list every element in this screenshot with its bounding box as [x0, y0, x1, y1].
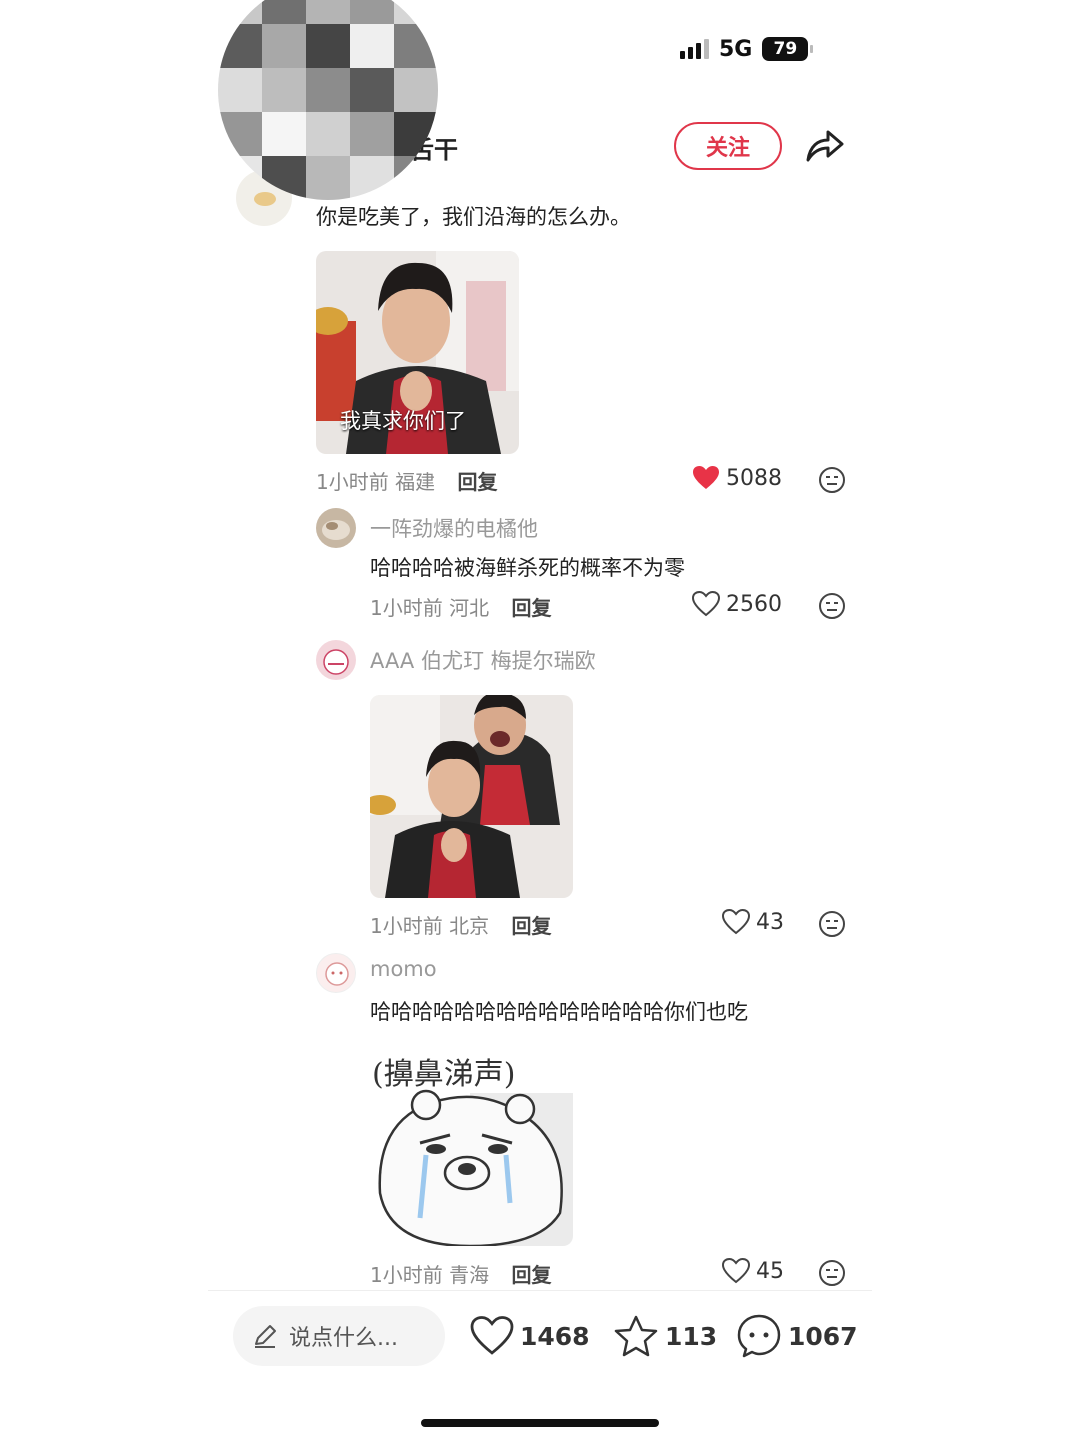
sticker-text: (擤鼻涕声)	[372, 1057, 516, 1092]
reply-sticker[interactable]: (擤鼻涕声)	[370, 1043, 573, 1246]
heart-outline-icon	[692, 591, 720, 617]
reply-time: 1小时前	[370, 596, 443, 620]
reply-text: 哈哈哈哈被海鲜杀死的概率不为零	[370, 556, 685, 580]
heart-outline-icon	[722, 909, 750, 935]
share-icon[interactable]	[802, 124, 846, 168]
emoji-reaction-icon[interactable]	[818, 592, 846, 620]
like-count: 2560	[726, 591, 782, 617]
comment-location: 福建	[395, 470, 436, 494]
like-button[interactable]: 2560	[692, 591, 782, 617]
signal-icon	[680, 39, 709, 59]
pencil-icon	[255, 1325, 276, 1348]
reply-time: 1小时前	[370, 1263, 443, 1287]
emoji-reaction-icon[interactable]	[818, 466, 846, 494]
status-bar: 5G 79	[680, 34, 814, 64]
reply-time: 1小时前	[370, 914, 443, 938]
bottom-comment-button[interactable]: 1067	[736, 1313, 858, 1359]
like-count: 43	[756, 909, 784, 935]
heart-outline-icon	[470, 1316, 514, 1355]
reply-meta: 1小时前 北京 回复	[370, 910, 551, 939]
comment-image[interactable]: 我真求你们了	[316, 251, 519, 454]
like-count: 5088	[726, 465, 782, 491]
emoji-reaction-icon[interactable]	[818, 910, 846, 938]
reply-avatar[interactable]	[316, 508, 356, 548]
bottom-star-button[interactable]: 113	[613, 1313, 717, 1359]
comment-input-placeholder: 说点什么...	[289, 1326, 398, 1351]
reply-meta: 1小时前 青海 回复	[370, 1259, 551, 1288]
like-button[interactable]: 45	[722, 1258, 784, 1284]
network-label: 5G	[719, 36, 753, 62]
like-button[interactable]: 43	[722, 909, 784, 935]
bottom-like-count: 1468	[520, 1321, 590, 1351]
comment-input[interactable]: 说点什么...	[233, 1306, 445, 1366]
follow-button[interactable]: 关注	[674, 122, 782, 170]
reply-author-name[interactable]: momo	[370, 957, 437, 981]
reply-author-name[interactable]: 一阵劲爆的电橘他	[370, 513, 538, 543]
reply-image[interactable]	[370, 695, 573, 898]
battery-icon: 79	[762, 37, 814, 61]
author-avatar-pixelated[interactable]	[218, 0, 438, 200]
reply-avatar[interactable]	[316, 953, 356, 993]
reply-location: 青海	[449, 1263, 490, 1287]
bottom-divider	[208, 1290, 872, 1291]
reply-button[interactable]: 回复	[511, 1263, 551, 1287]
comment-meta: 1小时前 福建 回复	[316, 466, 497, 495]
reply-location: 河北	[449, 596, 490, 620]
comment-text: 你是吃美了，我们沿海的怎么办。	[316, 205, 631, 229]
like-count: 45	[756, 1258, 784, 1284]
reply-meta: 1小时前 河北 回复	[370, 592, 551, 621]
home-indicator[interactable]	[421, 1419, 659, 1427]
reply-button[interactable]: 回复	[457, 470, 497, 494]
bottom-comment-count: 1067	[788, 1321, 858, 1351]
like-button[interactable]: 5088	[692, 465, 782, 491]
star-icon	[614, 1315, 658, 1357]
reply-button[interactable]: 回复	[511, 914, 551, 938]
heart-outline-icon	[722, 1258, 750, 1284]
emoji-reaction-icon[interactable]	[818, 1259, 846, 1287]
bottom-star-count: 113	[665, 1321, 718, 1351]
bottom-like-button[interactable]: 1468	[470, 1313, 590, 1359]
heart-filled-icon	[693, 466, 719, 489]
reply-author-name[interactable]: AAA 伯尤玎 梅提尔瑞欧	[370, 645, 596, 675]
reply-avatar[interactable]	[316, 640, 356, 680]
comment-time: 1小时前	[316, 470, 389, 494]
reply-text: 哈哈哈哈哈哈哈哈哈哈哈哈哈哈你们也吃	[370, 1000, 748, 1024]
image-caption: 我真求你们了	[340, 409, 466, 433]
reply-button[interactable]: 回复	[511, 596, 551, 620]
comment-bubble-icon	[737, 1314, 781, 1358]
reply-location: 北京	[449, 914, 490, 938]
